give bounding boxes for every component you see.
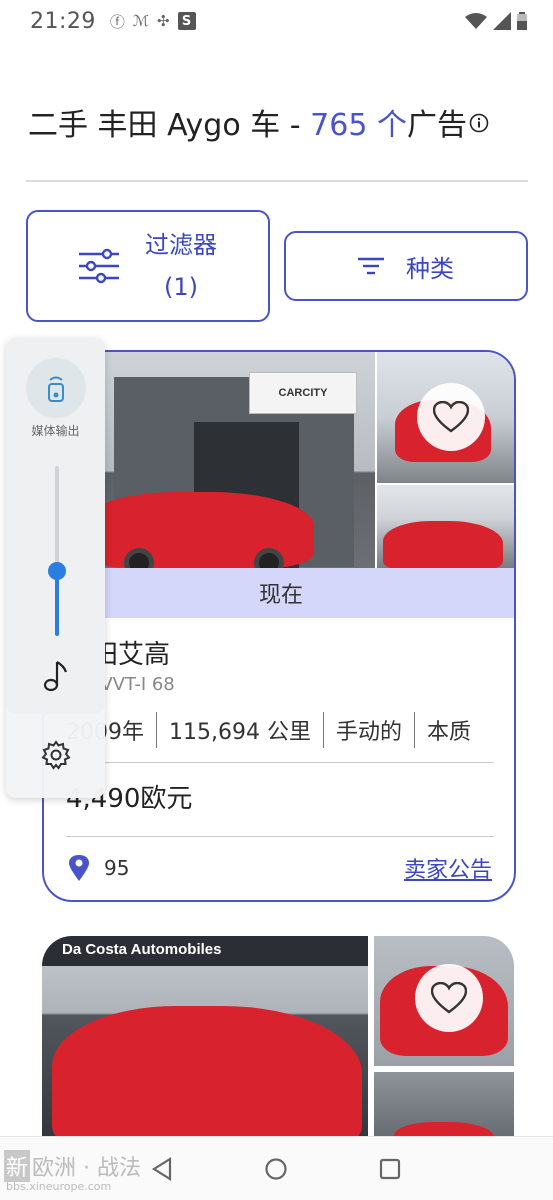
favorite-button[interactable] — [417, 383, 485, 451]
spec-separator — [156, 712, 157, 748]
facebook-icon: ⓕ — [109, 12, 125, 31]
listing-photo-thumb[interactable] — [377, 485, 514, 568]
watermark: 新欧洲 · 战法 — [4, 1150, 141, 1182]
dealer-sign: Da Costa Automobiles — [42, 936, 368, 966]
red-car — [52, 1006, 362, 1156]
speaker-output-icon — [48, 376, 64, 402]
wifi-icon — [465, 13, 487, 29]
listing-photo-main[interactable]: Da Costa Automobiles — [42, 936, 368, 1156]
seller-ad-link[interactable]: 卖家公告 — [404, 852, 492, 884]
filter-count: (1) — [164, 273, 198, 301]
spec-gearbox: 手动的 — [335, 720, 402, 745]
filter-button[interactable]: 过滤器 (1) — [26, 210, 270, 322]
title-prefix: 二手 丰田 Aygo 车 - — [28, 108, 311, 143]
media-output-label: 媒体输出 — [31, 424, 80, 438]
status-time: 21:29 — [30, 8, 96, 34]
listing-card[interactable]: Da Costa Automobiles — [42, 936, 514, 1156]
s-icon: S — [177, 12, 196, 30]
gear-icon[interactable] — [41, 740, 71, 770]
watermark-text: 欧洲 · 战法 — [32, 1156, 141, 1181]
availability-badge: 现在 — [44, 568, 514, 618]
favorite-button[interactable] — [415, 964, 483, 1032]
page-title: 二手 丰田 Aygo 车 - 765 个广告 — [28, 100, 528, 144]
sliders-icon — [79, 248, 119, 284]
heart-icon — [431, 982, 467, 1014]
volume-slider-thumb[interactable] — [48, 562, 66, 580]
volume-panel: 媒体输出 — [6, 338, 105, 798]
home-icon[interactable] — [264, 1157, 288, 1181]
sort-button[interactable]: 种类 — [284, 231, 528, 301]
title-divider — [26, 180, 528, 182]
fan-icon: ✣ — [156, 12, 170, 30]
card-divider — [66, 762, 494, 763]
notification-icons: ⓕ ℳ ✣ S — [110, 11, 196, 32]
carcity-sign: CARCITY — [249, 372, 357, 414]
spec-mileage: 115,694 公里 — [169, 720, 311, 745]
heart-icon — [433, 401, 469, 433]
card-divider — [66, 836, 494, 837]
system-icons — [465, 12, 527, 30]
spec-separator — [322, 712, 324, 748]
status-bar: 21:29 ⓕ ℳ ✣ S — [0, 0, 553, 42]
app-icon: ℳ — [132, 12, 149, 30]
ad-count: 765 个 — [310, 108, 407, 143]
red-car — [383, 521, 503, 568]
music-note-icon[interactable] — [44, 660, 68, 692]
listing-card[interactable]: CARCITY 现在 丰田艾高 1.0 VVT-I 68 2009年 115,6… — [42, 350, 516, 902]
info-icon[interactable] — [469, 113, 489, 133]
sort-icon — [358, 257, 384, 275]
car-specs: 2009年 115,694 公里 手动的 本质 — [66, 710, 471, 750]
back-icon[interactable] — [150, 1157, 174, 1181]
title-suffix: 广告 — [406, 108, 467, 143]
location-pin-icon — [69, 855, 89, 881]
sort-label: 种类 — [406, 254, 454, 283]
watermark-badge: 新 — [4, 1150, 31, 1182]
filter-label: 过滤器 — [145, 231, 217, 259]
battery-icon — [517, 12, 527, 30]
media-output-button[interactable] — [26, 358, 86, 418]
spec-fuel: 本质 — [427, 720, 472, 745]
recent-apps-icon[interactable] — [378, 1157, 402, 1181]
spec-separator — [414, 712, 415, 748]
watermark-url: bbs.xineurope.com — [6, 1180, 112, 1193]
signal-icon — [493, 12, 511, 30]
location-text: 95 — [104, 856, 130, 880]
